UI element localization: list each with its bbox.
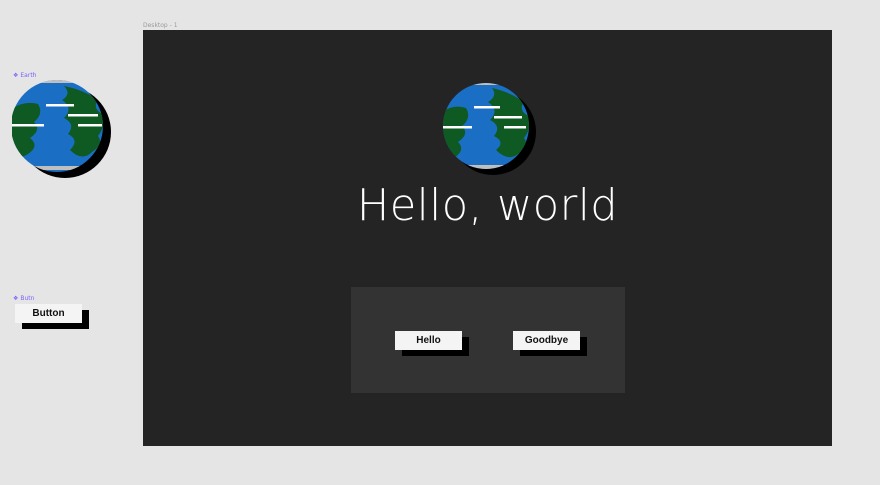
earth-component-icon[interactable] [12,80,114,180]
frame-label[interactable]: Desktop - 1 [143,22,178,29]
earth-icon [443,83,536,175]
button-component-label[interactable]: ❖ Butn [13,295,34,302]
component-diamond-icon: ❖ [13,72,19,79]
hello-button[interactable]: Hello [395,331,462,350]
earth-component-label[interactable]: ❖ Earth [13,72,36,79]
button-panel: Hello Goodbye [351,287,625,393]
page-title: Hello, world [356,180,619,231]
goodbye-button[interactable]: Goodbye [513,331,580,350]
button-component[interactable]: Button [15,304,82,323]
desktop-frame: Hello, world Hello Goodbye [143,30,832,446]
component-diamond-icon: ❖ [13,295,19,302]
